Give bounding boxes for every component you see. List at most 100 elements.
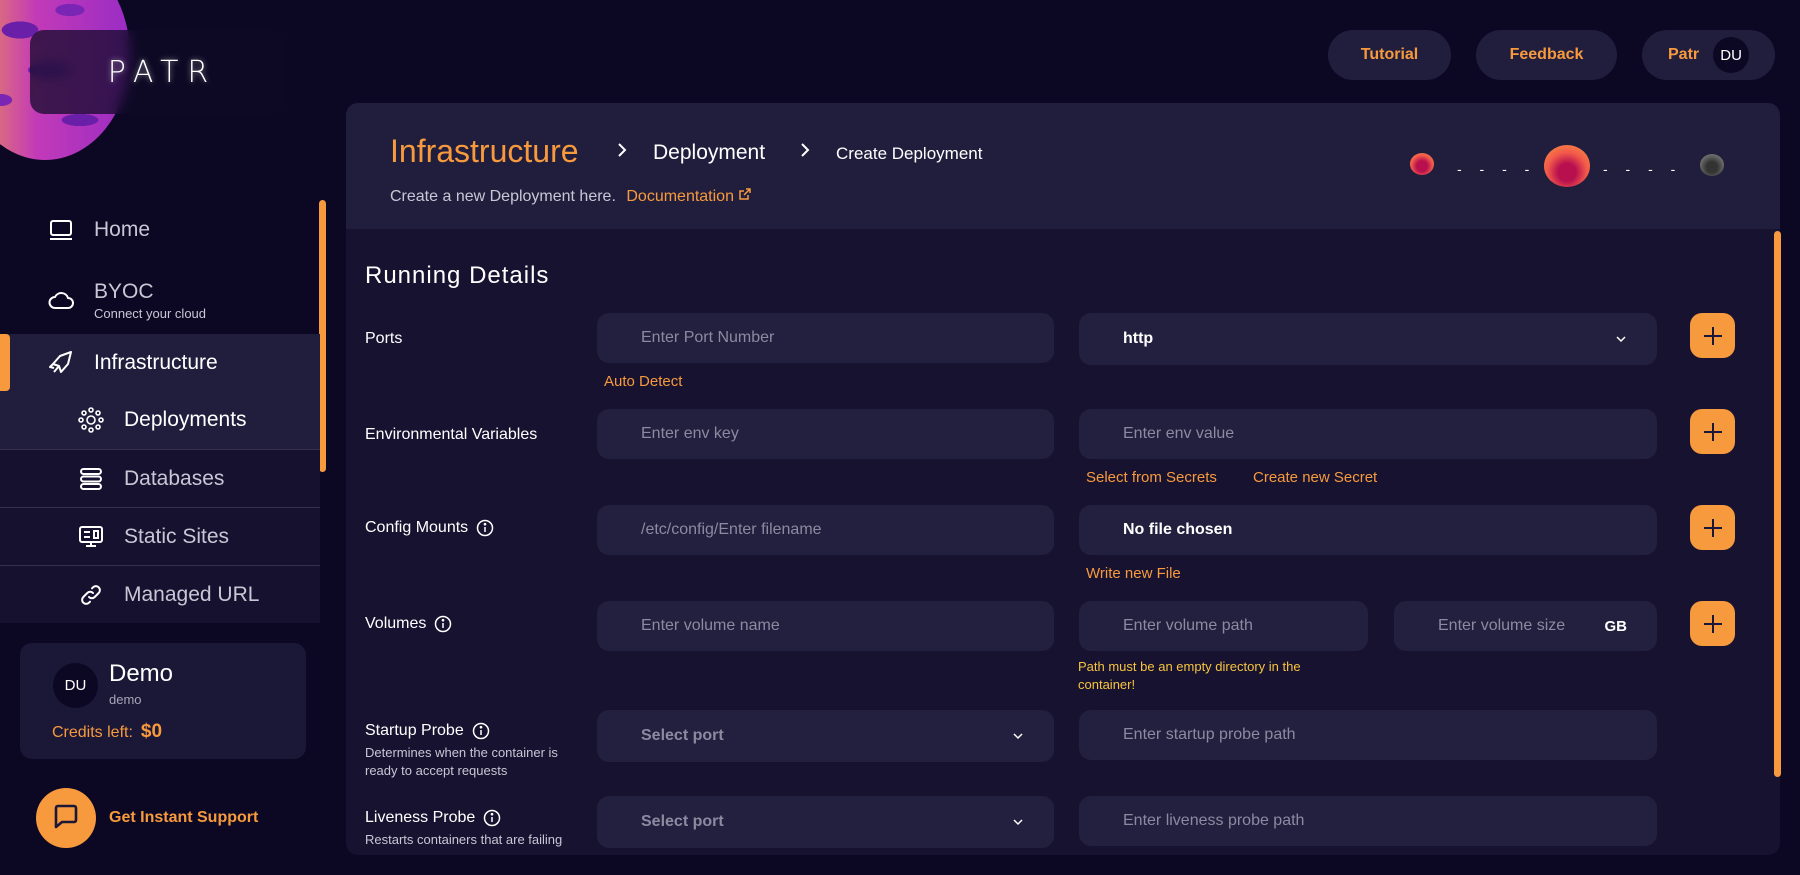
feedback-button[interactable]: Feedback <box>1476 30 1617 80</box>
documentation-label: Documentation <box>626 188 734 205</box>
avatar: DU <box>53 663 98 708</box>
sidebar-item-label: Home <box>94 218 151 241</box>
volume-size-input[interactable]: GB <box>1394 601 1657 651</box>
sidebar-item-byoc[interactable]: BYOC Connect your cloud <box>0 270 320 330</box>
volume-name-field[interactable] <box>641 617 1054 635</box>
user-card[interactable]: DU Demo demo Credits left: $0 <box>20 643 306 759</box>
chevron-down-icon <box>1615 330 1627 348</box>
add-config-button[interactable] <box>1690 505 1735 550</box>
add-volume-button[interactable] <box>1690 601 1735 646</box>
active-indicator <box>0 334 10 391</box>
startup-probe-label: Startup Probe <box>365 722 490 740</box>
port-number-field[interactable] <box>641 329 1054 347</box>
env-key-input[interactable] <box>597 409 1054 459</box>
rocket-icon <box>48 350 74 376</box>
volume-path-field[interactable] <box>1123 617 1368 635</box>
info-icon[interactable] <box>483 809 501 827</box>
volume-size-field[interactable] <box>1438 617 1598 635</box>
create-new-secret-link[interactable]: Create new Secret <box>1253 469 1377 486</box>
startup-probe-path-input[interactable] <box>1079 710 1657 760</box>
protocol-value: http <box>1123 330 1154 347</box>
add-env-button[interactable] <box>1690 409 1735 454</box>
logo[interactable]: PATR <box>30 30 285 114</box>
documentation-link[interactable]: Documentation <box>626 188 752 205</box>
liveness-probe-description: Restarts containers that are failing <box>365 832 563 847</box>
database-icon <box>78 466 104 492</box>
liveness-probe-port-select[interactable]: Select port <box>597 796 1054 848</box>
sidebar-item-sublabel: Connect your cloud <box>94 305 207 321</box>
file-status: No file chosen <box>1123 521 1233 538</box>
step-3-icon <box>1700 154 1724 176</box>
startup-probe-path-field[interactable] <box>1123 726 1657 744</box>
sidebar-item-databases[interactable]: Databases <box>0 449 320 507</box>
protocol-select[interactable]: http <box>1079 313 1657 365</box>
sidebar-item-label: Databases <box>124 466 225 490</box>
liveness-probe-port-value: Select port <box>641 813 724 830</box>
section-title: Running Details <box>365 262 550 289</box>
main-scrollbar[interactable] <box>1774 231 1781 777</box>
chevron-right-icon <box>616 141 628 165</box>
volumes-label: Volumes <box>365 615 452 633</box>
port-number-input[interactable] <box>597 313 1054 363</box>
liveness-probe-label: Liveness Probe <box>365 809 501 827</box>
sidebar-item-deployments[interactable]: Deployments <box>0 391 320 449</box>
cloud-icon <box>48 287 74 313</box>
chevron-down-icon <box>1012 813 1024 831</box>
network-icon <box>78 407 104 433</box>
logo-text: PATR <box>107 54 218 90</box>
tutorial-button[interactable]: Tutorial <box>1328 30 1451 80</box>
sidebar-item-static-sites[interactable]: Static Sites <box>0 507 320 565</box>
monitor-icon <box>78 524 104 550</box>
step-connector: - - - - <box>1603 161 1683 177</box>
breadcrumb-create-deployment: Create Deployment <box>836 144 983 163</box>
step-connector: - - - - <box>1457 161 1537 177</box>
config-path-prefix: /etc/config/ <box>641 521 719 538</box>
volume-name-input[interactable] <box>597 601 1054 651</box>
startup-probe-description: Determines when the container is ready t… <box>365 745 558 778</box>
subtitle-text: Create a new Deployment here. <box>390 188 616 205</box>
sidebar: PATR Home BYOC Connect your cloud Infras… <box>0 0 326 875</box>
support-button[interactable] <box>36 788 96 848</box>
laptop-icon <box>48 217 74 243</box>
add-port-button[interactable] <box>1690 313 1735 358</box>
volume-size-unit: GB <box>1604 617 1628 635</box>
volumes-label-text: Volumes <box>365 615 427 632</box>
config-filename-field[interactable] <box>718 521 1054 539</box>
config-mounts-label-text: Config Mounts <box>365 519 469 536</box>
startup-probe-label-text: Startup Probe <box>365 722 464 739</box>
user-name: Demo <box>109 660 174 687</box>
volume-path-input[interactable] <box>1079 601 1368 651</box>
volume-path-warning: Path must be an empty directory in the c… <box>1078 659 1301 692</box>
info-icon[interactable] <box>472 722 490 740</box>
support-label: Get Instant Support <box>109 809 259 826</box>
liveness-probe-label-text: Liveness Probe <box>365 809 476 826</box>
sidebar-item-infrastructure[interactable]: Infrastructure <box>0 334 320 391</box>
support-link[interactable]: Get Instant Support <box>36 788 258 848</box>
workspace-name: Patr <box>1668 46 1700 63</box>
workspace-menu[interactable]: Patr DU <box>1642 30 1775 80</box>
info-icon[interactable] <box>476 519 494 537</box>
env-value-input[interactable] <box>1079 409 1657 459</box>
startup-probe-port-select[interactable]: Select port <box>597 710 1054 762</box>
user-username: demo <box>109 692 142 707</box>
select-from-secrets-link[interactable]: Select from Secrets <box>1086 469 1217 486</box>
breadcrumb-infrastructure[interactable]: Infrastructure <box>390 133 579 170</box>
config-filename-input[interactable]: /etc/config/ <box>597 505 1054 555</box>
ports-label: Ports <box>365 330 403 347</box>
config-file-picker[interactable]: No file chosen <box>1079 505 1657 555</box>
sidebar-item-managed-url[interactable]: Managed URL <box>0 565 320 623</box>
chevron-down-icon <box>1012 727 1024 745</box>
config-mounts-label: Config Mounts <box>365 519 494 537</box>
sidebar-scrollbar[interactable] <box>319 200 326 472</box>
liveness-probe-path-input[interactable] <box>1079 796 1657 846</box>
sidebar-item-label: Static Sites <box>124 524 230 548</box>
auto-detect-link[interactable]: Auto Detect <box>604 373 682 390</box>
env-key-field[interactable] <box>641 425 1054 443</box>
sidebar-item-home[interactable]: Home <box>0 205 320 255</box>
step-2-icon <box>1544 145 1590 187</box>
env-value-field[interactable] <box>1123 425 1657 443</box>
write-new-file-link[interactable]: Write new File <box>1086 565 1181 582</box>
breadcrumb-deployment[interactable]: Deployment <box>653 141 765 165</box>
info-icon[interactable] <box>434 615 452 633</box>
liveness-probe-path-field[interactable] <box>1123 812 1657 830</box>
